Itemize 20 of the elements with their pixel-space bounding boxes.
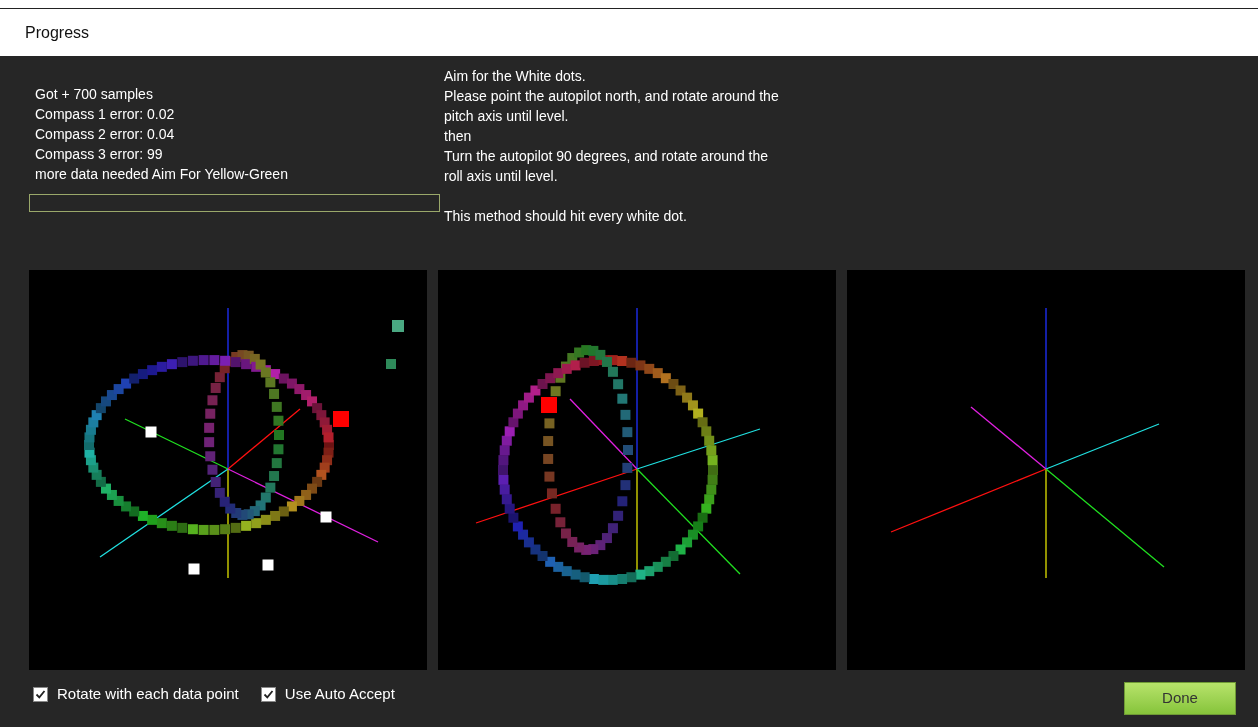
instruction-text: Aim for the White dots. xyxy=(444,67,587,86)
instruction-text: Please point the autopilot north, and rotate around the pitch axis until level. xyxy=(444,87,780,126)
data-point xyxy=(386,359,396,369)
instruction-text: then xyxy=(444,127,473,146)
checkbox[interactable] xyxy=(260,686,276,702)
instruction-text: This method should hit every white dot. xyxy=(444,207,688,226)
instruction-text: Turn the autopilot 90 degrees, and rotate around the roll axis until level. xyxy=(444,147,770,186)
data-point xyxy=(392,320,404,332)
status-text: more data needed Aim For Yellow-Green xyxy=(35,165,288,184)
status-text: Got + 700 samples xyxy=(35,85,153,104)
window-title: Progress xyxy=(25,22,90,43)
checkbox[interactable] xyxy=(33,686,48,702)
status-text: Compass 2 error: 0.04 xyxy=(35,125,175,144)
current-point-marker xyxy=(333,411,349,427)
current-point-marker xyxy=(541,397,557,413)
status-text: Compass 3 error: 99 xyxy=(35,145,163,164)
checkbox-label: Use Auto Accept xyxy=(284,684,395,704)
checkbox-label: Rotate with each data point xyxy=(57,684,239,704)
status-text: Compass 1 error: 0.02 xyxy=(35,105,175,124)
done-button[interactable]: Done xyxy=(1124,682,1236,715)
